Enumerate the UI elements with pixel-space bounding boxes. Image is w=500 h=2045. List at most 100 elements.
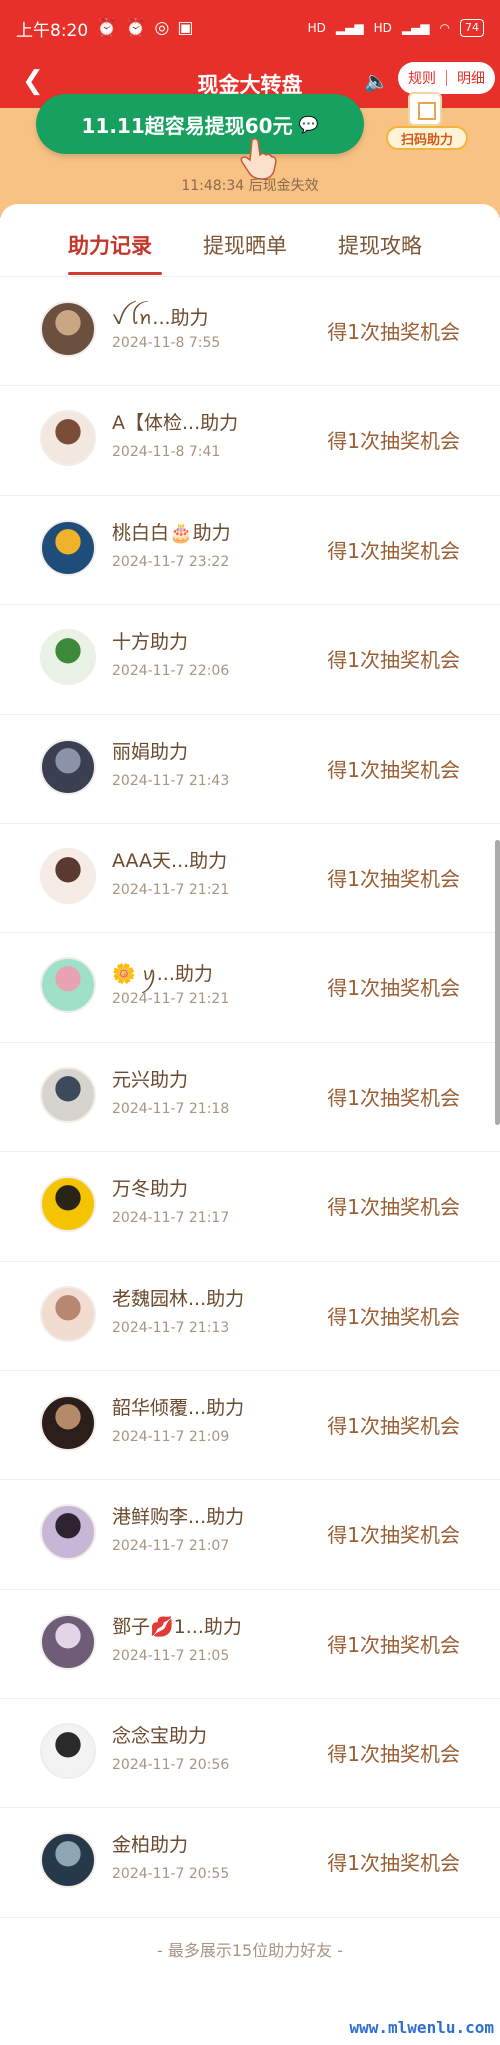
reward-text: 得1次抽奖机会: [327, 1085, 460, 1110]
divider: [446, 70, 447, 86]
wechat-icon: 💬: [298, 114, 319, 134]
avatar: [40, 1394, 96, 1451]
reward-text: 得1次抽奖机会: [327, 976, 460, 1001]
avatar: [40, 1285, 96, 1342]
assist-date: 2024-11-7 21:09: [112, 1428, 230, 1445]
reward-text: 得1次抽奖机会: [327, 320, 460, 344]
assist-name: 🌼 ꪗ...助力: [112, 963, 213, 986]
avatar: [40, 301, 96, 357]
avatar: [40, 410, 96, 467]
scan-assist-button[interactable]: 扫码助力: [386, 92, 468, 154]
signal-icon: ▂▄▆: [401, 21, 430, 35]
assist-name: 万冬助力: [112, 1178, 189, 1201]
tab-bar: 助力记录 提现晒单 提现攻略: [0, 204, 500, 277]
tab-withdraw-guide[interactable]: 提现攻略: [338, 230, 422, 260]
wifi-icon: ◠: [439, 21, 450, 35]
avatar: [40, 1723, 96, 1780]
list-item: 🌼 ꪗ...助力 2024-11-7 21:21 得1次抽奖机会: [0, 933, 500, 1043]
assist-name: 桃白白🎂助力: [112, 521, 231, 544]
assist-record-list: ꪜ ꪶꪀ...助力 2024-11-8 7:55 得1次抽奖机会 A【体检...助力 2…: [0, 277, 500, 1918]
assist-name: 念念宝助力: [112, 1725, 208, 1748]
list-item: 韶华倾覆...助力 2024-11-7 21:09 得1次抽奖机会: [0, 1371, 500, 1481]
list-item: 金柏助力 2024-11-7 20:55 得1次抽奖机会: [0, 1808, 500, 1918]
avatar: [40, 1066, 96, 1123]
list-item: ꪜ ꪶꪀ...助力 2024-11-8 7:55 得1次抽奖机会: [0, 277, 500, 387]
assist-name: 鄧子💋1...助力: [112, 1615, 242, 1638]
battery-icon: 74: [460, 19, 484, 37]
shield-icon: ▣: [177, 18, 194, 38]
expiry-timer: 11:48:34 后现金失效: [181, 178, 319, 194]
reward-text: 得1次抽奖机会: [327, 1851, 460, 1876]
list-item: 丽娟助力 2024-11-7 21:43 得1次抽奖机会: [0, 715, 500, 824]
assist-date: 2024-11-7 21:21: [112, 881, 230, 898]
list-item: 万冬助力 2024-11-7 21:17 得1次抽奖机会: [0, 1152, 500, 1262]
scan-assist-label: 扫码助力: [386, 126, 468, 150]
avatar: [40, 629, 96, 686]
pointing-hand-icon: [240, 137, 277, 180]
assist-name: 韶华倾覆...助力: [112, 1396, 245, 1419]
records-card: 助力记录 提现晒单 提现攻略 ꪜ ꪶꪀ...助力 2024-11-8 7:55 得1…: [0, 204, 500, 2045]
avatar: [40, 738, 96, 795]
assist-date: 2024-11-7 22:06: [112, 663, 230, 680]
hd-label: HD: [373, 21, 392, 35]
detail-button[interactable]: 明细: [457, 68, 485, 88]
avatar: [40, 1504, 96, 1561]
cash-withdraw-label: 11.11超容易提现60元: [81, 113, 293, 138]
list-item: 港鲜购李...助力 2024-11-7 21:07 得1次抽奖机会: [0, 1480, 500, 1590]
reward-text: 得1次抽奖机会: [327, 1304, 460, 1329]
active-tab-indicator: [68, 272, 162, 275]
rules-button[interactable]: 规则: [408, 68, 436, 88]
assist-date: 2024-11-7 20:56: [112, 1757, 230, 1774]
tab-withdraw-showcase[interactable]: 提现晒单: [203, 230, 287, 260]
assist-date: 2024-11-8 7:55: [112, 335, 221, 351]
list-item: 鄧子💋1...助力 2024-11-7 21:05 得1次抽奖机会: [0, 1590, 500, 1700]
tab-assist-records[interactable]: 助力记录: [68, 230, 152, 260]
reward-text: 得1次抽奖机会: [327, 1523, 460, 1548]
alarm-mute-icon: ⏰: [96, 18, 118, 38]
assist-date: 2024-11-8 7:41: [112, 444, 221, 461]
assist-name: 老魏园林...助力: [112, 1287, 245, 1310]
alarm-icon: ⏰: [125, 18, 147, 38]
assist-date: 2024-11-7 21:21: [112, 991, 230, 1008]
watermark: www.mlwenlu.com: [349, 2018, 495, 2037]
reward-text: 得1次抽奖机会: [327, 1632, 460, 1657]
assist-date: 2024-11-7 21:05: [112, 1647, 230, 1664]
signal-icon: ▂▄▆: [335, 21, 364, 35]
list-item: 十方助力 2024-11-7 22:06 得1次抽奖机会: [0, 605, 500, 715]
reward-text: 得1次抽奖机会: [327, 1742, 460, 1767]
assist-name: 元兴助力: [112, 1068, 189, 1091]
assist-date: 2024-11-7 21:43: [112, 772, 230, 789]
speaker-icon[interactable]: 🔈: [364, 69, 389, 93]
assist-name: 丽娟助力: [112, 740, 189, 763]
list-item: 桃白白🎂助力 2024-11-7 23:22 得1次抽奖机会: [0, 496, 500, 606]
list-item: A【体检...助力 2024-11-8 7:41 得1次抽奖机会: [0, 386, 500, 496]
list-item: 老魏园林...助力 2024-11-7 21:13 得1次抽奖机会: [0, 1262, 500, 1371]
reward-text: 得1次抽奖机会: [327, 648, 460, 673]
assist-date: 2024-11-7 20:55: [112, 1866, 230, 1883]
assist-date: 2024-11-7 21:13: [112, 1319, 230, 1336]
assist-date: 2024-11-7 23:22: [112, 553, 230, 570]
reward-text: 得1次抽奖机会: [327, 1413, 460, 1438]
reward-text: 得1次抽奖机会: [327, 757, 460, 782]
app-notification-icon: ◎: [154, 18, 170, 38]
assist-name: 十方助力: [112, 631, 189, 654]
scrollbar[interactable]: [495, 840, 500, 1125]
avatar: [40, 1176, 96, 1233]
list-footer: - 最多展示15位助力好友 -: [156, 1941, 344, 1960]
cash-withdraw-button[interactable]: 11.11超容易提现60元 💬: [36, 94, 364, 154]
hd-label: HD: [307, 21, 326, 35]
status-bar: 上午8:20 ⏰ ⏰ ◎ ▣ HD ▂▄▆ HD ▂▄▆ ◠ 74: [0, 0, 500, 56]
assist-date: 2024-11-7 21:18: [112, 1100, 230, 1117]
list-item: 念念宝助力 2024-11-7 20:56 得1次抽奖机会: [0, 1699, 500, 1809]
qr-code-icon: [408, 92, 442, 126]
assist-name: 港鲜购李...助力: [112, 1506, 245, 1529]
list-item: AAA天...助力 2024-11-7 21:21 得1次抽奖机会: [0, 824, 500, 934]
avatar: [40, 1832, 96, 1889]
assist-name: A【体检...助力: [112, 412, 239, 435]
reward-text: 得1次抽奖机会: [327, 429, 460, 454]
reward-text: 得1次抽奖机会: [327, 866, 460, 891]
avatar: [40, 519, 96, 576]
assist-date: 2024-11-7 21:07: [112, 1538, 230, 1555]
avatar: [40, 847, 96, 904]
status-time: 上午8:20: [16, 20, 89, 41]
